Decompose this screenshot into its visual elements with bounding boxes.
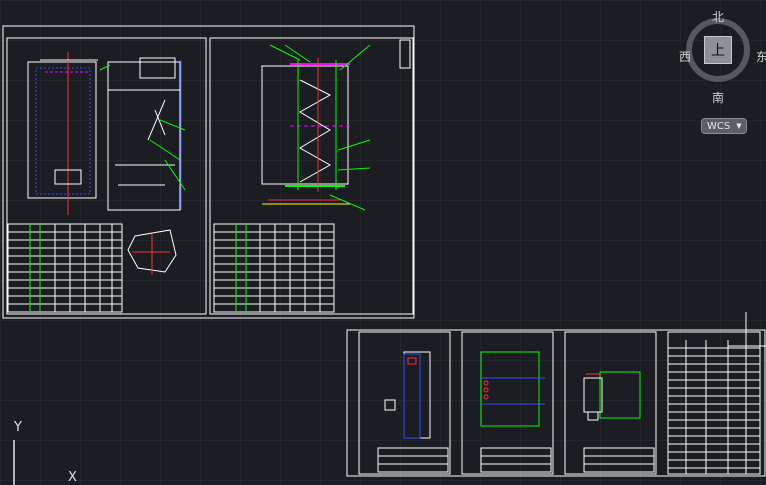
compass-west-label[interactable]: 西 [679,48,691,65]
chevron-down-icon: ▼ [736,122,742,130]
viewcube-top-face[interactable]: 上 [704,36,732,64]
wcs-label: WCS [707,120,731,132]
compass-north-label[interactable]: 北 [712,8,724,25]
drawing-canvas[interactable] [0,0,766,485]
grid-background [0,0,766,485]
compass-south-label[interactable]: 南 [712,89,724,106]
wcs-menu-button[interactable]: WCS ▼ [701,118,747,134]
ucs-x-label: X [68,470,77,485]
ucs-y-label: Y [14,420,22,435]
view-cube[interactable]: 上 北 南 西 东 [676,6,766,106]
compass-east-label[interactable]: 东 [756,48,766,65]
